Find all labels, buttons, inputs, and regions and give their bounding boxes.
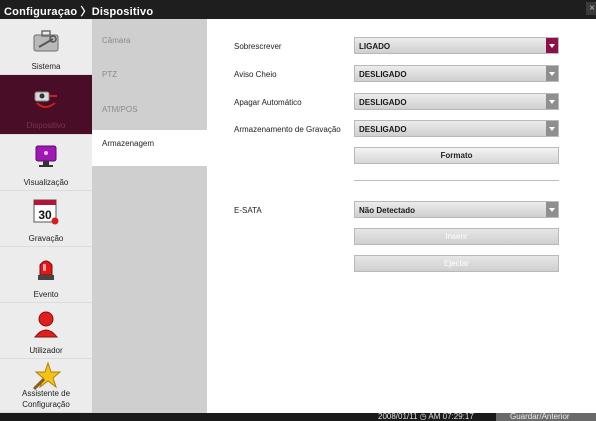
recording-storage-label: Armazenamento de Gravação [234, 125, 341, 134]
chevron-down-icon[interactable] [546, 121, 558, 136]
sidebar-item-label: Dispositivo [26, 121, 66, 130]
sidebar-item-assistente[interactable]: Assistente de Configuração [0, 359, 92, 413]
esata-value: Não Detectado [359, 206, 416, 215]
camera-plug-icon [34, 91, 57, 108]
monitor-icon [35, 145, 57, 167]
sidebar-item-evento[interactable]: Evento [0, 247, 92, 303]
datetime-display: 2008/01/11 ◷ AM 07:29:17 [378, 413, 474, 421]
sidebar-item-label: Utilizador [29, 346, 63, 355]
calendar-icon: 30 [33, 199, 59, 225]
eject-button[interactable]: Ejectar [354, 255, 559, 272]
auto-delete-label: Apagar Automático [234, 98, 302, 107]
subnav-item-armazenagem[interactable]: Armazenagem [92, 130, 207, 166]
sidebar-item-label: Visualização [23, 178, 69, 187]
overwrite-label: Sobrescrever [234, 42, 282, 51]
sidebar-item-sistema[interactable]: Sistema [0, 19, 92, 75]
save-back-button[interactable]: Guardar/Anterior [496, 413, 596, 421]
sidebar: Sistema Dispositivo Visualização 30 Grav… [0, 19, 92, 413]
chevron-down-icon[interactable] [546, 66, 558, 81]
subnav-item-camara[interactable]: Câmara [92, 19, 207, 55]
calendar-day: 30 [38, 208, 52, 222]
auto-delete-select[interactable]: DESLIGADO [354, 93, 559, 110]
sidebar-item-label: Evento [33, 290, 59, 299]
status-bar: 2008/01/11 ◷ AM 07:29:17 Guardar/Anterio… [0, 413, 596, 421]
sidebar-item-visualizacao[interactable]: Visualização [0, 135, 92, 191]
settings-panel: Sobrescrever LIGADO Aviso Cheio DESLIGAD… [207, 19, 596, 413]
wizard-star-icon [32, 361, 61, 391]
esata-label: E-SATA [234, 206, 262, 215]
sidebar-item-label-line2: Configuração [22, 400, 70, 409]
chevron-down-icon[interactable] [546, 94, 558, 109]
auto-delete-value: DESLIGADO [359, 98, 407, 107]
subnav: Câmara PTZ ATM/POS Armazenagem [92, 19, 207, 413]
divider [354, 180, 559, 181]
esata-select[interactable]: Não Detectado [354, 201, 559, 218]
subnav-item-label: ATM/POS [102, 105, 138, 114]
disk-full-warning-label: Aviso Cheio [234, 70, 277, 79]
sidebar-item-label-line1: Assistente de [21, 389, 71, 398]
sidebar-item-utilizador[interactable]: Utilizador [0, 303, 92, 359]
disk-full-warning-select[interactable]: DESLIGADO [354, 65, 559, 82]
chevron-down-icon[interactable] [546, 202, 558, 217]
format-button[interactable]: Formato [354, 147, 559, 164]
save-back-label: Guardar/Anterior [510, 413, 570, 421]
sidebar-item-gravacao[interactable]: 30 Gravação [0, 191, 92, 247]
alarm-siren-icon [38, 260, 54, 280]
disk-full-warning-value: DESLIGADO [359, 70, 407, 79]
subnav-item-ptz[interactable]: PTZ [92, 55, 207, 91]
sidebar-item-label: Gravação [28, 234, 64, 243]
recording-storage-select[interactable]: DESLIGADO [354, 120, 559, 137]
user-icon [33, 311, 59, 338]
toolbox-icon [33, 30, 59, 52]
subnav-item-label: Câmara [102, 36, 131, 45]
subnav-item-label: Armazenagem [102, 139, 155, 148]
overwrite-value: LIGADO [359, 42, 391, 51]
window-title: Configuraçao 〉Dispositivo [4, 6, 154, 18]
title-bar: Configuraçao 〉Dispositivo × [0, 0, 596, 19]
close-icon[interactable]: × [586, 2, 596, 15]
sidebar-item-label: Sistema [31, 62, 61, 71]
chevron-down-icon[interactable] [546, 38, 558, 53]
subnav-item-atm-pos[interactable]: ATM/POS [92, 91, 207, 127]
overwrite-select[interactable]: LIGADO [354, 37, 559, 54]
insert-button[interactable]: Inserir [354, 228, 559, 245]
sidebar-item-dispositivo[interactable]: Dispositivo [0, 75, 92, 135]
recording-storage-value: DESLIGADO [359, 125, 407, 134]
subnav-item-label: PTZ [102, 70, 118, 79]
